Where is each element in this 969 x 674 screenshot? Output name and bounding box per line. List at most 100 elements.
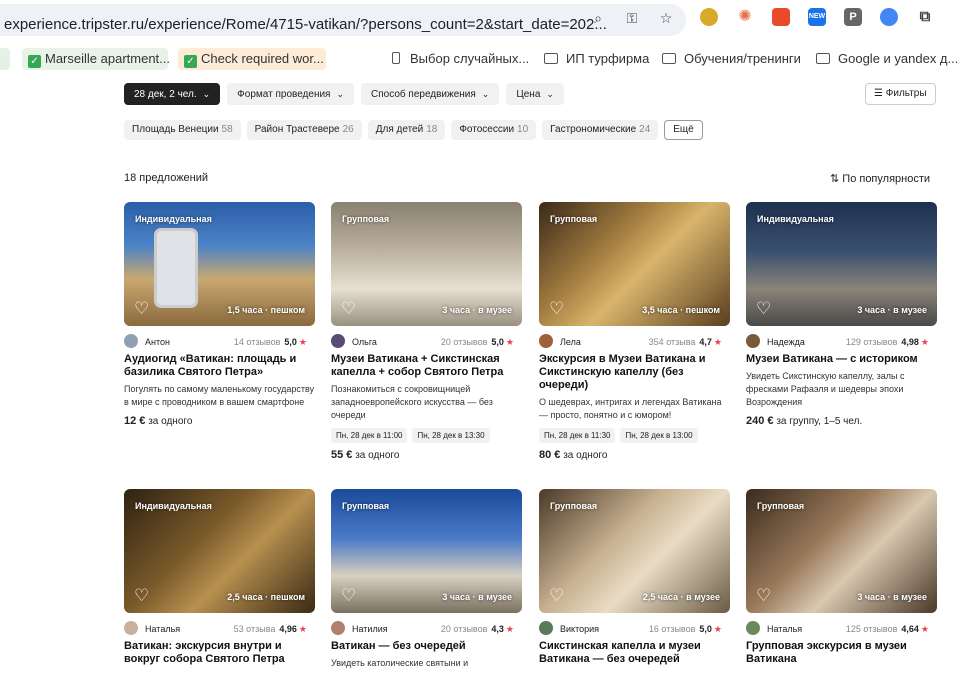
all-filters-button[interactable]: ☰ Фильтры [865, 83, 936, 105]
guide-name[interactable]: Надежда [767, 337, 805, 347]
settings-extension-icon[interactable] [880, 8, 898, 26]
card-image[interactable]: Групповая ♡ 2,5 часа · в музее [539, 489, 730, 613]
date-filter-label: 28 дек, 2 чел. [134, 89, 197, 100]
guide-name[interactable]: Натилия [352, 624, 388, 634]
heart-icon[interactable]: ♡ [341, 299, 356, 319]
card-image[interactable]: Групповая ♡ 3 часа · в музее [746, 489, 937, 613]
new-extension-icon[interactable]: NEW [808, 8, 826, 26]
heart-icon[interactable]: ♡ [549, 299, 564, 319]
bookmark-item[interactable]: ✓ Check required wor... [178, 48, 326, 70]
guide-name[interactable]: Ольга [352, 337, 377, 347]
reviews-count: 53 отзыва [233, 624, 276, 634]
tag-item[interactable]: Для детей 18 [367, 120, 446, 140]
guide-name[interactable]: Лела [560, 337, 581, 347]
card-slots: Пн, 28 дек в 11:00 Пн, 28 дек в 13:30 [331, 428, 522, 443]
heart-icon[interactable]: ♡ [134, 299, 149, 319]
heart-icon[interactable]: ♡ [134, 586, 149, 606]
tag-item[interactable]: Фотосессии 10 [451, 120, 537, 140]
star-icon: ★ [505, 624, 514, 634]
card-title[interactable]: Музеи Ватикана — с историком [746, 353, 937, 366]
guide-name[interactable]: Наталья [767, 624, 802, 634]
guide-name[interactable]: Антон [145, 337, 170, 347]
guide-name[interactable]: Виктория [560, 624, 599, 634]
heart-icon[interactable]: ♡ [756, 299, 771, 319]
card-reviews: 14 отзывов 5,0 ★ [234, 337, 307, 348]
card-title[interactable]: Аудиогид «Ватикан: площадь и базилика Св… [124, 353, 315, 379]
card-image[interactable]: Групповая ♡ 3 часа · в музее [331, 202, 522, 326]
bookmark-folder[interactable]: Обучения/тренинги [656, 48, 807, 70]
heart-icon[interactable]: ♡ [549, 586, 564, 606]
address-bar[interactable]: experience.tripster.ru/experience/Rome/4… [0, 4, 686, 36]
excursion-card[interactable]: Групповая ♡ 3,5 часа · пешком Лела 354 о… [539, 202, 730, 461]
sliders-icon: ☰ [874, 88, 883, 99]
star-icon: ★ [298, 624, 307, 634]
excursion-card[interactable]: Групповая ♡ 2,5 часа · в музее Виктория … [539, 489, 730, 666]
more-tags-button[interactable]: Ещё [664, 120, 703, 140]
bookmark-folder[interactable]: ИП турфирма [538, 48, 655, 70]
card-title[interactable]: Групповая экскурсия в музеи Ватикана [746, 640, 937, 666]
avatar [746, 621, 760, 635]
card-title[interactable]: Сикстинская капелла и музеи Ватикана — б… [539, 640, 730, 666]
time-slot[interactable]: Пн, 28 дек в 13:30 [412, 428, 490, 443]
reviews-count: 14 отзывов [233, 337, 281, 347]
folder-icon [544, 53, 558, 64]
card-badge: Индивидуальная [135, 501, 212, 511]
bookmark-partial[interactable] [0, 48, 10, 70]
excursion-card[interactable]: Групповая ♡ 3 часа · в музее Наталья 125… [746, 489, 937, 666]
url-text[interactable]: experience.tripster.ru/experience/Rome/4… [4, 16, 607, 33]
excursion-card[interactable]: Групповая ♡ 3 часа · в музее Натилия 20 … [331, 489, 522, 670]
key-icon[interactable]: ⚿ [624, 10, 640, 26]
transport-filter-button[interactable]: Способ передвижения ⌄ [361, 83, 500, 105]
card-description: Увидеть католические святыни и [331, 658, 469, 668]
card-title[interactable]: Ватикан: экскурсия внутри и вокруг собор… [124, 640, 315, 666]
rating-value: 4,3 [491, 624, 504, 634]
card-badge: Индивидуальная [135, 214, 212, 224]
asterisk-extension-icon[interactable]: ✺ [736, 8, 754, 26]
card-image[interactable]: Индивидуальная ♡ 3 часа · в музее [746, 202, 937, 326]
filter-bar: 28 дек, 2 чел. ⌄ Формат проведения ⌄ Спосо… [124, 83, 564, 105]
bookmark-star-icon[interactable]: ☆ [658, 10, 674, 26]
card-image[interactable]: Индивидуальная ♡ 2,5 часа · пешком [124, 489, 315, 613]
card-title[interactable]: Музеи Ватикана + Сикстинская капелла + с… [331, 353, 522, 379]
heart-icon[interactable]: ♡ [756, 586, 771, 606]
avatar [124, 334, 138, 348]
guide-name[interactable]: Наталья [145, 624, 180, 634]
time-slot[interactable]: Пн, 28 дек в 11:30 [539, 428, 616, 443]
card-title[interactable]: Экскурсия в Музеи Ватикана и Сикстинскую… [539, 353, 730, 392]
time-slot[interactable]: Пн, 28 дек в 11:00 [331, 428, 408, 443]
format-filter-button[interactable]: Формат проведения ⌄ [227, 83, 355, 105]
excursion-card[interactable]: Индивидуальная ♡ 3 часа · в музее Надежд… [746, 202, 937, 427]
price-filter-button[interactable]: Цена ⌄ [506, 83, 564, 105]
date-filter-button[interactable]: 28 дек, 2 чел. ⌄ [124, 83, 221, 105]
bookmark-folder[interactable]: Google и yandex д... [810, 48, 964, 70]
bookmark-item[interactable]: Выбор случайных... [386, 48, 535, 70]
card-description: Увидеть Сикстинскую капеллу, залы с фрес… [746, 371, 905, 407]
time-slot[interactable]: Пн, 28 дек в 13:00 [620, 428, 698, 443]
card-image[interactable]: Групповая ♡ 3,5 часа · пешком [539, 202, 730, 326]
tag-item[interactable]: Район Трастевере 26 [246, 120, 362, 140]
rating-value: 4,96 [279, 624, 297, 634]
heart-icon[interactable]: ♡ [341, 586, 356, 606]
chevron-down-icon: ⌄ [546, 89, 554, 99]
tag-item[interactable]: Площадь Венеции 58 [124, 120, 241, 140]
excursion-card[interactable]: Групповая ♡ 3 часа · в музее Ольга 20 от… [331, 202, 522, 461]
reviews-count: 125 отзывов [845, 624, 898, 634]
card-title[interactable]: Ватикан — без очередей [331, 640, 522, 653]
reviews-count: 16 отзывов [648, 624, 696, 634]
price-value: 12 € [124, 415, 146, 427]
tag-label: Фотосессии [459, 124, 515, 135]
excursion-card[interactable]: Индивидуальная ♡ 1,5 часа · пешком Антон… [124, 202, 315, 427]
bookmark-label: Check required wor... [201, 51, 324, 66]
figma-extension-icon[interactable] [772, 8, 790, 26]
tag-count: 26 [342, 124, 354, 135]
chrome-extension-icon[interactable] [700, 8, 718, 26]
p-extension-icon[interactable]: P [844, 8, 862, 26]
excursion-card[interactable]: Индивидуальная ♡ 2,5 часа · пешком Натал… [124, 489, 315, 666]
card-image[interactable]: Индивидуальная ♡ 1,5 часа · пешком [124, 202, 315, 326]
zoom-icon[interactable]: ⌕ [590, 10, 606, 26]
bookmark-item[interactable]: ✓ Marseille apartment... [22, 48, 170, 70]
card-image[interactable]: Групповая ♡ 3 часа · в музее [331, 489, 522, 613]
tag-item[interactable]: Гастрономические 24 [542, 120, 659, 140]
sort-button[interactable]: ⇅ По популярности [830, 172, 930, 185]
puzzle-icon[interactable]: ⧉ [916, 8, 934, 26]
